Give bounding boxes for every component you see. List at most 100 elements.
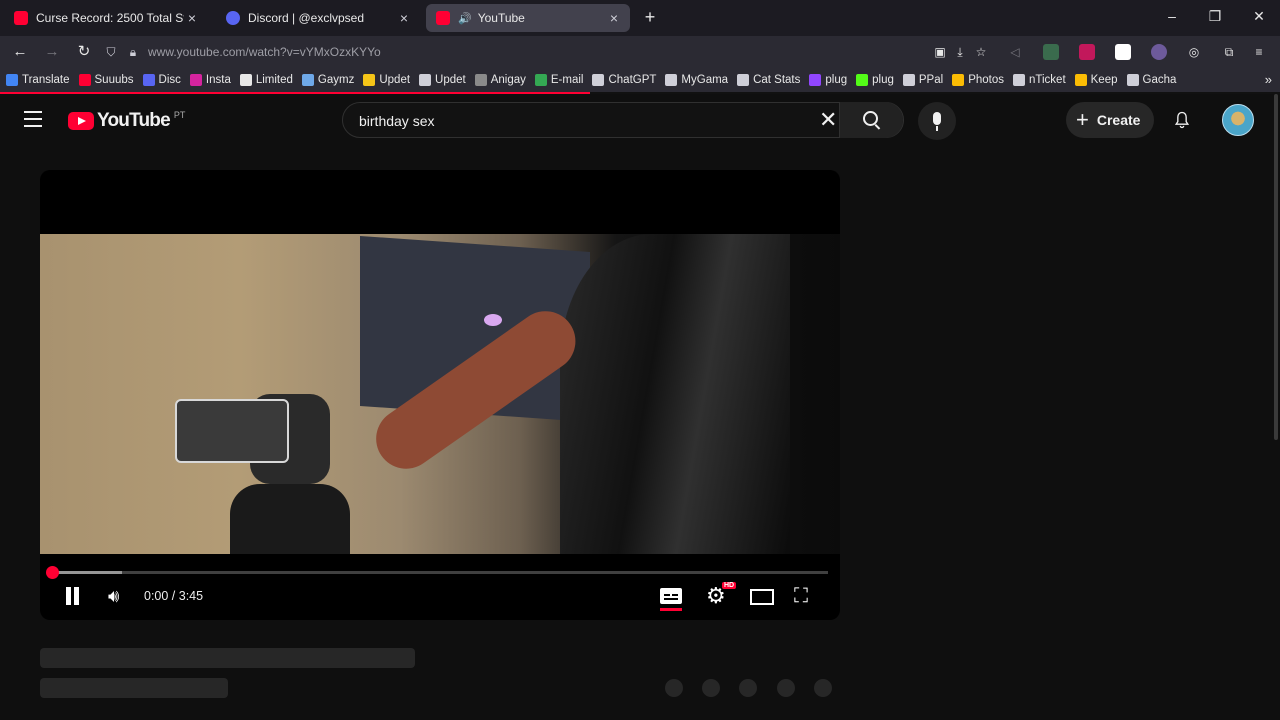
close-tab-icon[interactable]: × (606, 10, 622, 26)
youtube-logo[interactable]: YouTube PT (68, 110, 185, 132)
notifications-bell-icon[interactable] (1172, 110, 1192, 130)
mute-icon[interactable]: ◁ (1007, 44, 1023, 60)
bookmark-cat-stats[interactable]: Cat Stats (737, 74, 800, 86)
search-input[interactable] (357, 110, 801, 132)
restore-icon[interactable]: ❐ (1205, 8, 1225, 25)
microphone-extension-icon[interactable] (1079, 44, 1095, 60)
close-tab-icon[interactable]: × (396, 10, 412, 26)
tab-title: Curse Record: 2500 Total Stack (36, 11, 184, 25)
twitch-icon (809, 74, 822, 86)
create-label: Create (1096, 112, 1141, 128)
extension-icon[interactable]: ◎ (1186, 44, 1202, 60)
bookmark-ppal[interactable]: PPal (902, 74, 943, 86)
action-placeholder (777, 679, 795, 697)
tab-curse-record[interactable]: Curse Record: 2500 Total Stack × (4, 4, 208, 32)
bookmark-suuubs[interactable]: Suuubs (78, 74, 134, 86)
speaker-icon[interactable]: 🔊 (458, 12, 472, 25)
search-box[interactable]: ✕ (342, 102, 904, 138)
close-tab-icon[interactable]: × (184, 10, 200, 26)
updet-icon (419, 74, 432, 86)
bookmark-keep[interactable]: Keep (1074, 74, 1118, 86)
scrubber-handle[interactable] (46, 566, 59, 579)
bookmark-anigay[interactable]: Anigay (474, 74, 526, 86)
tab-strip: Curse Record: 2500 Total Stack × Discord… (0, 0, 1280, 36)
chevron-right-icon[interactable]: » (1265, 72, 1272, 87)
bookmark-email[interactable]: E-mail (534, 74, 583, 86)
bookmark-gacha[interactable]: Gacha (1126, 74, 1176, 86)
theater-mode-icon[interactable] (750, 584, 774, 608)
avatar[interactable] (1222, 104, 1254, 136)
volume-icon[interactable]: 🔊︎ (108, 584, 128, 608)
microphone-icon (933, 112, 941, 125)
create-button[interactable]: + Create (1066, 102, 1154, 138)
bookmark-nticket[interactable]: nTicket (1013, 74, 1066, 86)
action-placeholder (665, 679, 683, 697)
plus-icon: + (1076, 107, 1089, 132)
fullscreen-icon[interactable]: ⛶ (794, 584, 818, 608)
menu-icon[interactable]: ≡ (1251, 44, 1267, 60)
youtube-header: YouTube PT ✕ + Create (0, 94, 1280, 146)
pause-button[interactable] (64, 584, 80, 608)
minimize-icon[interactable]: – (1162, 8, 1182, 24)
email-icon (534, 74, 547, 86)
tab-discord[interactable]: Discord | @exclvpsed × (216, 4, 420, 32)
url-text[interactable]: www.youtube.com/watch?v=vYMxOzxKYYo (148, 45, 381, 59)
globe-icon (1013, 74, 1025, 86)
cursor-highlight (484, 314, 502, 326)
forward-arrow-icon[interactable]: → (42, 42, 62, 62)
bookmark-mygama[interactable]: MyGama (665, 74, 728, 86)
navigation-toolbar: ← → ↻ ⛉ 🔒︎ www.youtube.com/watch?v=vYMxO… (0, 36, 1280, 68)
discord-icon (142, 74, 155, 86)
notes-extension-icon[interactable] (1115, 44, 1131, 60)
bookmark-star-icon[interactable]: ☆ (973, 44, 989, 60)
video-frame[interactable] (40, 234, 840, 554)
reload-icon[interactable]: ↻ (74, 42, 94, 62)
bookmarks-bar: Translate Suuubs Disc Insta Limited Gaym… (0, 68, 1280, 92)
new-tab-button[interactable]: + (640, 8, 660, 28)
back-arrow-icon[interactable]: ← (10, 42, 30, 62)
bookmark-limited[interactable]: Limited (239, 74, 293, 86)
action-placeholder (814, 679, 832, 697)
hd-badge: HD (722, 582, 737, 589)
video-player[interactable]: 🔊︎ 0:00 / 3:45 ⚙ HD ⛶ (40, 170, 840, 620)
close-window-icon[interactable]: ✕ (1249, 8, 1269, 25)
tab-title: Discord | @exclvpsed (248, 11, 365, 25)
bookmark-gaymz[interactable]: Gaymz (301, 74, 354, 86)
lock-icon[interactable]: 🔒︎ (126, 45, 140, 60)
extension-icon[interactable] (1151, 44, 1167, 60)
picture-in-picture-icon[interactable]: ▣ (932, 44, 948, 60)
bookmark-photos[interactable]: Photos (952, 74, 1004, 86)
search-button[interactable] (839, 102, 903, 138)
puzzle-icon[interactable]: ⧉ (1221, 44, 1237, 60)
bookmark-chatgpt[interactable]: ChatGPT (592, 74, 656, 86)
download-icon[interactable]: ⤓ (952, 44, 968, 60)
subtitles-icon (660, 588, 682, 604)
time-display: 0:00 / 3:45 (144, 589, 204, 603)
clear-search-icon[interactable]: ✕ (819, 109, 837, 131)
instagram-icon (189, 74, 202, 86)
address-bar[interactable]: ⛉ 🔒︎ www.youtube.com/watch?v=vYMxOzxKYYo (104, 39, 924, 65)
steam-icon (301, 74, 314, 86)
bookmark-plug-twitch[interactable]: plug (809, 74, 847, 86)
hamburger-menu-icon[interactable] (24, 111, 42, 132)
youtube-icon (78, 74, 91, 86)
bookmark-insta[interactable]: Insta (189, 74, 231, 86)
youtube-play-icon (68, 112, 94, 130)
bookmark-plug-kick[interactable]: plug (856, 74, 894, 86)
cat-icon (737, 74, 750, 86)
scrollbar[interactable] (1274, 94, 1278, 440)
bookmark-disc[interactable]: Disc (142, 74, 181, 86)
bookmark-updet[interactable]: Updet (363, 74, 410, 86)
shield-icon[interactable]: ⛉ (104, 45, 118, 60)
discord-favicon-icon (226, 11, 240, 25)
bookmark-translate[interactable]: Translate (6, 74, 70, 86)
progress-bar[interactable] (46, 566, 828, 579)
voice-search-button[interactable] (918, 102, 956, 140)
logo-text: YouTube (97, 110, 171, 131)
bookmark-updet-2[interactable]: Updet (419, 74, 466, 86)
keep-icon (1074, 74, 1087, 86)
tab-youtube[interactable]: 🔊 YouTube × (426, 4, 630, 32)
title-placeholder (40, 648, 415, 668)
extension-icon[interactable] (1043, 44, 1059, 60)
subtitles-button[interactable] (660, 584, 682, 611)
